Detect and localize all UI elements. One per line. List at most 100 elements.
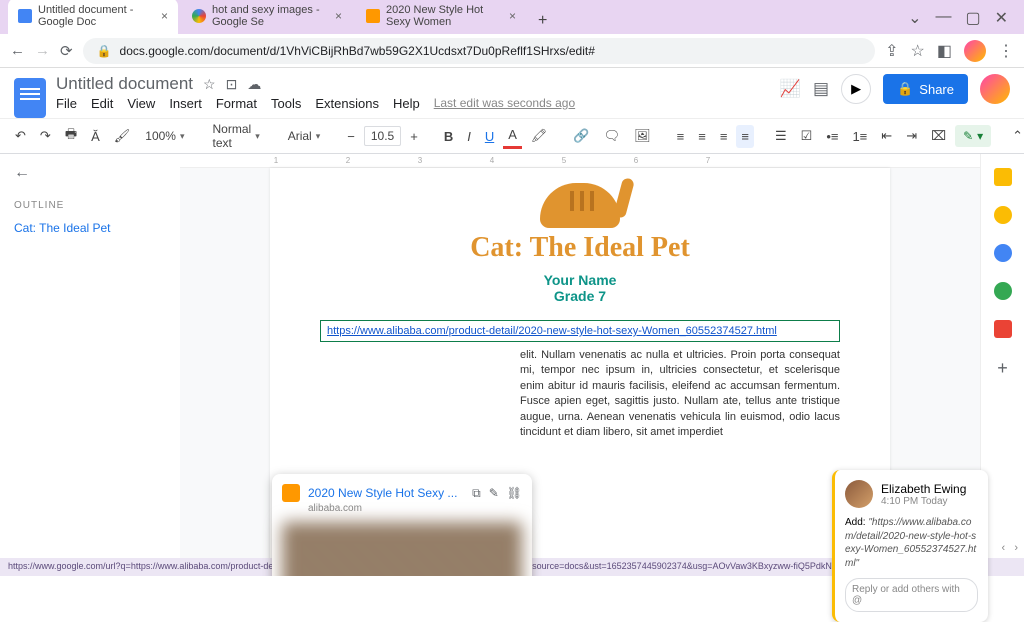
- reply-input[interactable]: Reply or add others with @: [845, 578, 978, 612]
- scroll-arrows[interactable]: ‹ ›: [1002, 542, 1019, 554]
- paint-format-icon[interactable]: 🖌: [109, 124, 136, 148]
- ruler[interactable]: 1234567: [180, 154, 980, 168]
- spellcheck-icon[interactable]: Ă: [86, 125, 105, 148]
- copy-icon[interactable]: ⧉: [472, 486, 481, 501]
- add-icon[interactable]: +: [997, 358, 1008, 379]
- share-button[interactable]: 🔒 Share: [883, 74, 968, 104]
- browser-tab[interactable]: 2020 New Style Hot Sexy Women ×: [356, 0, 526, 34]
- doc-heading[interactable]: Cat: The Ideal Pet: [320, 232, 840, 264]
- link-icon[interactable]: 🔗: [568, 124, 594, 148]
- reload-icon[interactable]: ⟳: [60, 42, 73, 60]
- clear-format-icon[interactable]: ⌧: [926, 124, 951, 148]
- keep-icon[interactable]: [994, 206, 1012, 224]
- align-center-icon[interactable]: ≡: [693, 125, 711, 148]
- line-spacing-icon[interactable]: ☰: [770, 124, 792, 148]
- redo-icon[interactable]: ↷: [35, 124, 56, 148]
- cat-image: [525, 168, 635, 228]
- unlink-icon[interactable]: ⛓: [507, 486, 522, 501]
- menu-view[interactable]: View: [127, 96, 155, 111]
- align-justify-icon[interactable]: ≡: [736, 125, 754, 148]
- lock-icon: 🔒: [897, 81, 913, 97]
- close-icon[interactable]: ✕: [995, 8, 1008, 28]
- share-label: Share: [919, 82, 954, 97]
- image-icon[interactable]: 🖼: [629, 124, 656, 148]
- decrease-indent-icon[interactable]: ⇤: [876, 124, 897, 148]
- contacts-icon[interactable]: [994, 282, 1012, 300]
- star-icon[interactable]: ☆: [911, 41, 925, 61]
- menu-insert[interactable]: Insert: [169, 96, 202, 111]
- meet-button[interactable]: ▶: [841, 74, 871, 104]
- move-icon[interactable]: ⊡: [226, 76, 238, 93]
- close-icon[interactable]: ×: [161, 9, 168, 23]
- doc-subtitle[interactable]: Your Name: [320, 272, 840, 288]
- menu-file[interactable]: File: [56, 96, 77, 111]
- editing-mode[interactable]: ✎▾: [955, 125, 991, 147]
- hyperlink[interactable]: https://www.alibaba.com/product-detail/2…: [327, 325, 777, 337]
- browser-tab-active[interactable]: Untitled document - Google Doc ×: [8, 0, 178, 34]
- calendar-icon[interactable]: [994, 168, 1012, 186]
- close-icon[interactable]: ×: [335, 9, 342, 23]
- menu-extensions[interactable]: Extensions: [315, 96, 379, 111]
- link-card-domain: alibaba.com: [308, 503, 522, 514]
- docs-header: Untitled document ☆ ⊡ ☁ File Edit View I…: [0, 68, 1024, 118]
- menu-format[interactable]: Format: [216, 96, 257, 111]
- extension-icon[interactable]: ◧: [937, 41, 952, 61]
- outline-item[interactable]: Cat: The Ideal Pet: [14, 221, 166, 235]
- menu-icon[interactable]: ⋮: [998, 41, 1014, 61]
- link-card-title[interactable]: 2020 New Style Hot Sexy ...: [308, 486, 464, 500]
- print-icon[interactable]: 🖶: [60, 121, 82, 151]
- decrease-size-icon[interactable]: −: [342, 125, 360, 148]
- document-title[interactable]: Untitled document: [56, 74, 193, 94]
- share-icon[interactable]: ⇪: [885, 41, 898, 61]
- history-icon[interactable]: 📈: [780, 79, 801, 99]
- doc-grade[interactable]: Grade 7: [320, 288, 840, 304]
- back-icon[interactable]: ←: [10, 42, 25, 59]
- last-edit[interactable]: Last edit was seconds ago: [434, 96, 575, 111]
- comments-icon[interactable]: ▤: [813, 79, 829, 99]
- numbered-list-icon[interactable]: 1≡: [847, 125, 872, 148]
- comment-prefix: Add:: [845, 517, 866, 528]
- collapse-icon[interactable]: ⌃: [1007, 124, 1024, 148]
- font-size[interactable]: 10.5: [364, 126, 401, 146]
- browser-tab[interactable]: hot and sexy images - Google Se ×: [182, 0, 352, 34]
- checklist-icon[interactable]: ☑: [796, 124, 818, 148]
- undo-icon[interactable]: ↶: [10, 124, 31, 148]
- selected-link-paragraph[interactable]: https://www.alibaba.com/product-detail/2…: [320, 320, 840, 342]
- tasks-icon[interactable]: [994, 244, 1012, 262]
- docs-logo[interactable]: [14, 78, 46, 118]
- forward-icon: →: [35, 42, 50, 59]
- cloud-icon[interactable]: ☁: [247, 76, 261, 93]
- minimize-icon[interactable]: —: [935, 8, 951, 28]
- align-right-icon[interactable]: ≡: [715, 125, 733, 148]
- increase-indent-icon[interactable]: ⇥: [901, 124, 922, 148]
- new-tab-button[interactable]: +: [530, 8, 555, 34]
- align-left-icon[interactable]: ≡: [672, 125, 690, 148]
- account-avatar[interactable]: [980, 74, 1010, 104]
- back-arrow-icon[interactable]: ←: [14, 164, 166, 182]
- profile-avatar[interactable]: [964, 40, 986, 62]
- zoom-select[interactable]: 100%: [139, 126, 190, 146]
- comment-card[interactable]: Elizabeth Ewing 4:10 PM Today Add: "http…: [832, 470, 988, 622]
- text-color-icon[interactable]: A: [503, 123, 522, 149]
- menu-edit[interactable]: Edit: [91, 96, 113, 111]
- url-input[interactable]: 🔒 docs.google.com/document/d/1VhViCBijRh…: [83, 38, 876, 64]
- font-select[interactable]: Arial: [282, 126, 327, 146]
- close-icon[interactable]: ×: [509, 9, 516, 23]
- comment-icon[interactable]: 🗨: [599, 124, 626, 148]
- body-text[interactable]: elit. Nullam venenatis ac nulla et ultri…: [320, 348, 840, 440]
- bulleted-list-icon[interactable]: •≡: [821, 125, 843, 148]
- highlight-icon[interactable]: 🖍: [526, 124, 553, 148]
- style-select[interactable]: Normal text: [207, 119, 266, 153]
- menu-help[interactable]: Help: [393, 96, 420, 111]
- underline-icon[interactable]: U: [480, 125, 499, 148]
- menu-tools[interactable]: Tools: [271, 96, 301, 111]
- italic-icon[interactable]: I: [462, 125, 476, 148]
- star-icon[interactable]: ☆: [203, 76, 216, 93]
- pencil-icon: ✎: [963, 129, 973, 143]
- chevron-down-icon[interactable]: ⌄: [908, 8, 921, 28]
- maximize-icon[interactable]: ▢: [965, 8, 980, 28]
- bold-icon[interactable]: B: [439, 125, 458, 148]
- increase-size-icon[interactable]: +: [405, 125, 423, 148]
- maps-icon[interactable]: [994, 320, 1012, 338]
- edit-icon[interactable]: ✎: [489, 486, 499, 501]
